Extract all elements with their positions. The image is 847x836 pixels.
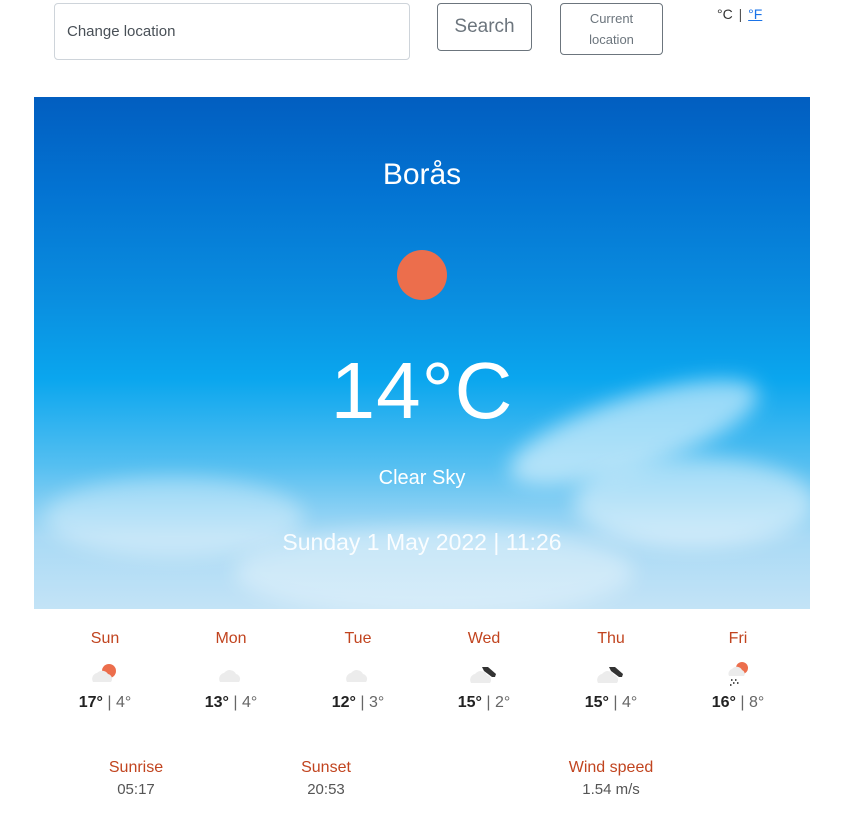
- wind-detail: Wind speed 1.54 m/s: [556, 759, 666, 798]
- broken-clouds-icon: [434, 658, 534, 688]
- forecast-day: Mon 13° | 4°: [181, 630, 281, 712]
- forecast-high: 17°: [78, 694, 103, 711]
- forecast-high: 13°: [204, 694, 229, 711]
- sunset-label: Sunset: [301, 759, 351, 776]
- fahrenheit-link[interactable]: °F: [748, 6, 762, 22]
- forecast-day-name: Sun: [90, 630, 120, 647]
- forecast-day: Thu 15° | 4°: [561, 630, 661, 712]
- sunset-value: 20:53: [307, 781, 345, 798]
- forecast-high: 15°: [584, 694, 609, 711]
- broken-clouds-icon: [561, 658, 661, 688]
- forecast-high: 16°: [711, 694, 736, 711]
- forecast-day-name: Fri: [728, 630, 748, 647]
- forecast-low: 8°: [748, 694, 765, 711]
- current-datetime: Sunday 1 May 2022 | 11:26: [282, 529, 562, 555]
- forecast-day: Fri 16° | 8°: [688, 630, 788, 712]
- unit-toggle: °C | °F: [717, 6, 762, 22]
- unit-separator: |: [738, 6, 743, 22]
- sunset-detail: Sunset 20:53: [286, 759, 366, 798]
- current-location-button[interactable]: Current location: [560, 3, 663, 55]
- cloud-icon: [181, 658, 281, 688]
- forecast-day-name: Thu: [597, 630, 625, 647]
- wind-speed-value: 1.54 m/s: [582, 781, 640, 798]
- forecast-day: Wed 15° | 2°: [434, 630, 534, 712]
- current-location-label-line2: location: [589, 32, 634, 47]
- location-search-input[interactable]: [54, 3, 410, 60]
- forecast-low: 4°: [241, 694, 258, 711]
- forecast-low: 4°: [115, 694, 132, 711]
- celsius-unit: °C: [717, 6, 733, 22]
- current-temperature: 14°C: [330, 346, 514, 435]
- forecast-day-name: Wed: [467, 630, 501, 647]
- current-weather-panel: Borås 14°C Clear Sky Sunday 1 May 2022 |…: [34, 97, 810, 609]
- forecast-day: Tue 12° | 3°: [308, 630, 408, 712]
- cloud-icon: [308, 658, 408, 688]
- forecast-row: Sun 17° | 4° Mon 13° | 4° Tue 12° | 3° W…: [0, 630, 847, 720]
- forecast-high: 15°: [457, 694, 482, 711]
- sun-icon: [397, 250, 447, 300]
- city-name: Borås: [382, 158, 462, 191]
- search-button[interactable]: Search: [437, 3, 532, 51]
- current-location-label-line1: Current: [589, 11, 634, 26]
- sunrise-detail: Sunrise 05:17: [96, 759, 176, 798]
- weather-description: Clear Sky: [378, 467, 466, 489]
- forecast-day-name: Tue: [344, 630, 372, 647]
- forecast-low: 4°: [621, 694, 638, 711]
- partly-cloudy-sun-icon: [55, 658, 155, 688]
- sunrise-value: 05:17: [117, 781, 155, 798]
- forecast-low: 2°: [494, 694, 511, 711]
- wind-speed-label: Wind speed: [568, 759, 654, 776]
- forecast-high: 12°: [331, 694, 356, 711]
- forecast-low: 3°: [368, 694, 385, 711]
- forecast-day: Sun 17° | 4°: [55, 630, 155, 712]
- forecast-day-name: Mon: [215, 630, 247, 647]
- sunrise-label: Sunrise: [108, 759, 164, 776]
- rain-sun-icon: [688, 658, 788, 688]
